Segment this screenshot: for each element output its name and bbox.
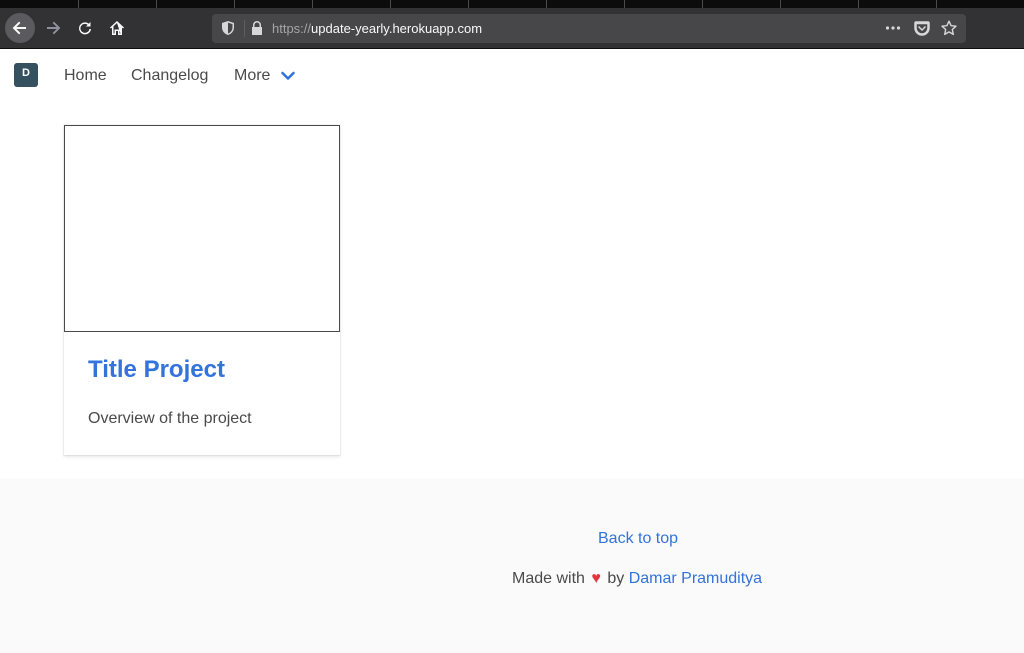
tab-divider bbox=[78, 0, 79, 8]
by-text: by bbox=[607, 570, 625, 587]
heart-icon: ♥ bbox=[591, 570, 601, 587]
reload-button[interactable] bbox=[70, 13, 100, 43]
address-bar[interactable]: https://update-yearly.herokuapp.com bbox=[212, 14, 966, 43]
browser-toolbar: https://update-yearly.herokuapp.com bbox=[0, 8, 1024, 49]
tab-divider bbox=[234, 0, 235, 8]
project-card[interactable]: Title Project Overview of the project bbox=[64, 125, 340, 455]
project-image-placeholder bbox=[64, 125, 340, 332]
back-button[interactable] bbox=[5, 13, 35, 43]
project-description: Overview of the project bbox=[88, 410, 252, 427]
tab-divider bbox=[780, 0, 781, 8]
site-footer: Back to top Made with ♥ by Damar Pramudi… bbox=[0, 479, 1024, 653]
site-logo[interactable]: D bbox=[14, 63, 38, 87]
made-with-text: Made with bbox=[512, 570, 585, 587]
home-button[interactable] bbox=[102, 13, 132, 43]
tab-divider bbox=[390, 0, 391, 8]
tab-divider bbox=[858, 0, 859, 8]
nav-more-dropdown[interactable]: More bbox=[234, 66, 270, 86]
browser-tab-strip bbox=[0, 0, 1024, 8]
tab-divider bbox=[312, 0, 313, 8]
nav-home-link[interactable]: Home bbox=[64, 66, 107, 86]
nav-changelog-link[interactable]: Changelog bbox=[131, 66, 208, 86]
tab-divider bbox=[702, 0, 703, 8]
project-title[interactable]: Title Project bbox=[88, 355, 225, 385]
tab-divider bbox=[156, 0, 157, 8]
site-navbar: D Home Changelog More bbox=[0, 49, 1024, 103]
arrow-right-icon bbox=[47, 21, 61, 35]
pocket-icon[interactable] bbox=[914, 20, 930, 36]
tab-divider bbox=[546, 0, 547, 8]
tab-divider bbox=[624, 0, 625, 8]
back-to-top-link[interactable]: Back to top bbox=[598, 529, 678, 549]
urlbar-separator bbox=[244, 20, 245, 37]
url-host: update-yearly.herokuapp.com bbox=[311, 21, 483, 36]
tab-divider bbox=[468, 0, 469, 8]
url-scheme: https:// bbox=[272, 21, 312, 36]
shield-icon[interactable] bbox=[220, 20, 236, 36]
arrow-left-icon bbox=[12, 21, 26, 35]
more-actions-icon[interactable] bbox=[885, 20, 901, 36]
tab-divider bbox=[936, 0, 937, 8]
forward-button[interactable] bbox=[38, 13, 68, 43]
lock-icon[interactable] bbox=[249, 20, 265, 36]
url-text[interactable]: https://update-yearly.herokuapp.com bbox=[272, 20, 482, 37]
reload-icon bbox=[79, 22, 91, 35]
chevron-down-icon[interactable] bbox=[280, 68, 296, 84]
home-icon bbox=[110, 21, 124, 35]
author-link[interactable]: Damar Pramuditya bbox=[629, 570, 762, 587]
footer-credit: Made with ♥ by Damar Pramuditya bbox=[512, 569, 762, 589]
bookmark-star-icon[interactable] bbox=[941, 20, 957, 36]
